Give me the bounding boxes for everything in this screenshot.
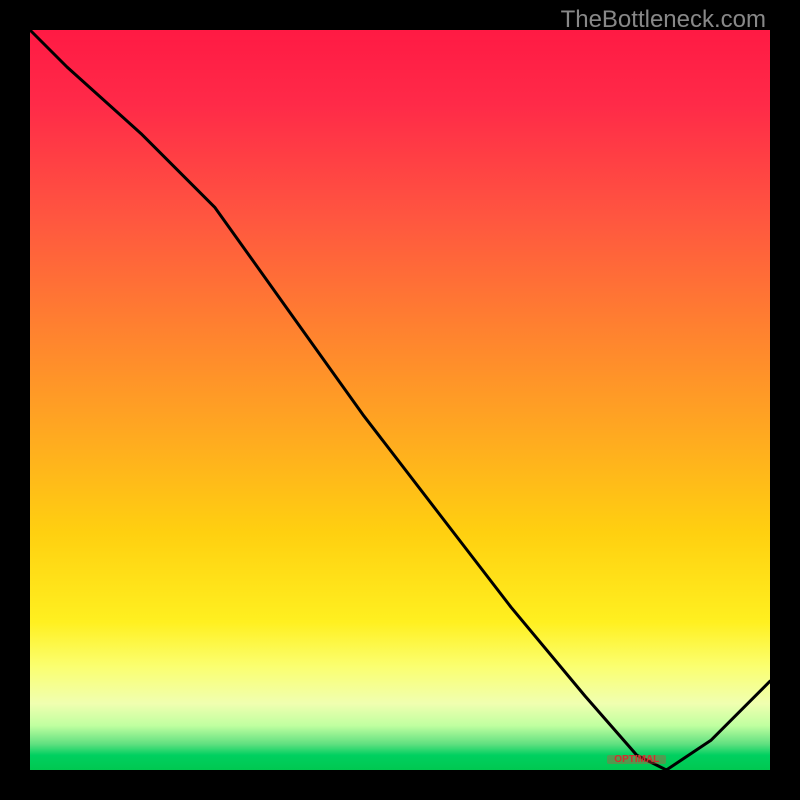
bottleneck-curve	[30, 30, 770, 770]
chart-container: TheBottleneck.com OPTIMAL	[0, 0, 800, 800]
chart-svg	[30, 30, 770, 770]
optimal-marker-label: OPTIMAL	[614, 754, 659, 765]
